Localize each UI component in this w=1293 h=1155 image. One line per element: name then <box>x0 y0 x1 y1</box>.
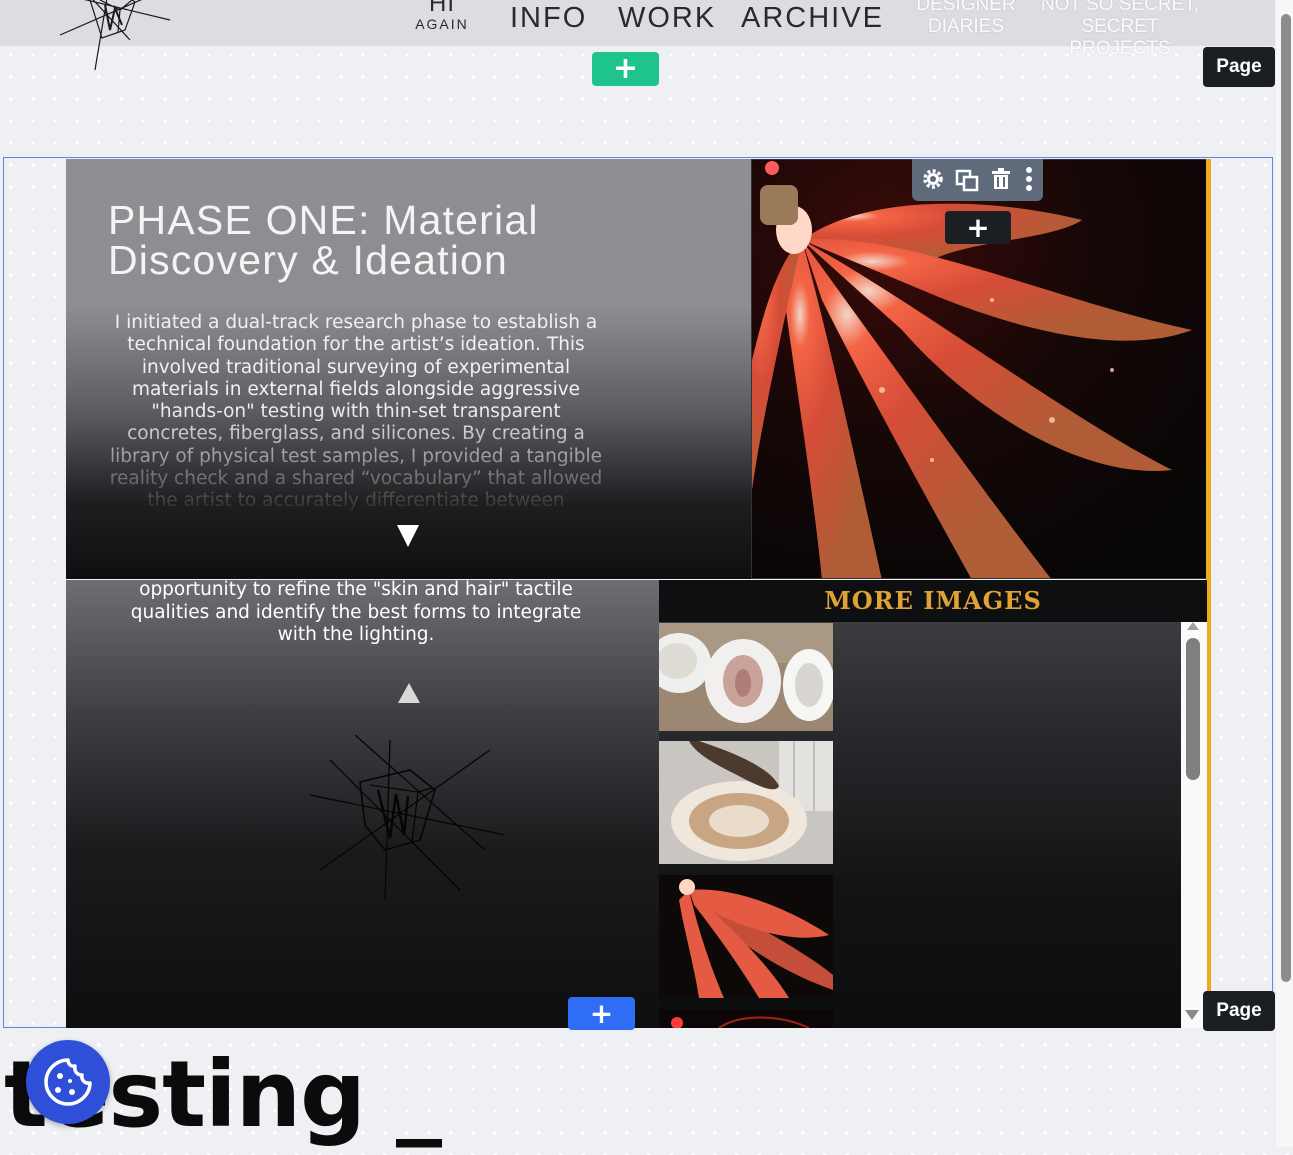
sketch-cube-logo[interactable] <box>40 0 180 72</box>
scroll-up-arrow-icon[interactable] <box>1187 622 1199 630</box>
phase-body-text: I initiated a dual-track research phase … <box>109 312 603 512</box>
gear-icon[interactable] <box>920 165 946 193</box>
page-scrollbar-thumb[interactable] <box>1281 14 1291 982</box>
more-vertical-icon[interactable] <box>1016 165 1042 193</box>
collapse-up-arrow-icon[interactable] <box>396 680 422 706</box>
trash-icon[interactable] <box>988 165 1014 193</box>
expand-down-arrow-icon[interactable] <box>394 522 422 550</box>
nav-archive-link[interactable]: ARCHIVE <box>741 2 884 35</box>
cookie-settings-button[interactable] <box>26 1040 110 1124</box>
thumbnail-plaster-molds[interactable] <box>659 623 833 731</box>
phase-continued-text: opportunity to refine the "skin and hair… <box>130 579 582 646</box>
cookie-icon <box>44 1058 92 1106</box>
page-label-bottom[interactable]: Page <box>1203 991 1275 1031</box>
image-toolbar <box>912 159 1043 201</box>
add-element-button[interactable]: + <box>945 211 1011 244</box>
nav-hi-label: HI <box>429 0 455 17</box>
nav-work-link[interactable]: WORK <box>618 2 716 35</box>
duplicate-icon[interactable] <box>954 165 980 193</box>
nav-hi-again-link[interactable]: HI AGAIN <box>414 0 470 32</box>
sketch-cube-logo-dark <box>309 734 506 901</box>
thumbnail-red-lights[interactable] <box>659 1009 833 1028</box>
thumbnail-glowing-silicone-leaf[interactable] <box>659 875 833 998</box>
nav-info-link[interactable]: INFO <box>510 2 587 35</box>
phase-title: PHASE ONE: Material Discovery & Ideation <box>108 197 539 283</box>
gallery-scrollbar-thumb[interactable] <box>1186 638 1200 780</box>
scroll-down-arrow-icon[interactable] <box>1185 1010 1199 1020</box>
nav-again-label: AGAIN <box>415 16 469 32</box>
nav-secret-projects-link[interactable]: NOT SO SECRET, SECRET PROJECTS <box>1032 0 1208 60</box>
thumbnail-hand-on-cast[interactable] <box>659 741 833 864</box>
nav-designer-diaries-link[interactable]: DESIGNER DIARIES <box>912 0 1020 38</box>
page-label-top[interactable]: Page <box>1203 47 1275 87</box>
add-section-button-bottom[interactable]: + <box>568 997 635 1030</box>
more-images-header: MORE IMAGES <box>659 580 1207 622</box>
add-section-button-top[interactable]: + <box>592 52 659 86</box>
